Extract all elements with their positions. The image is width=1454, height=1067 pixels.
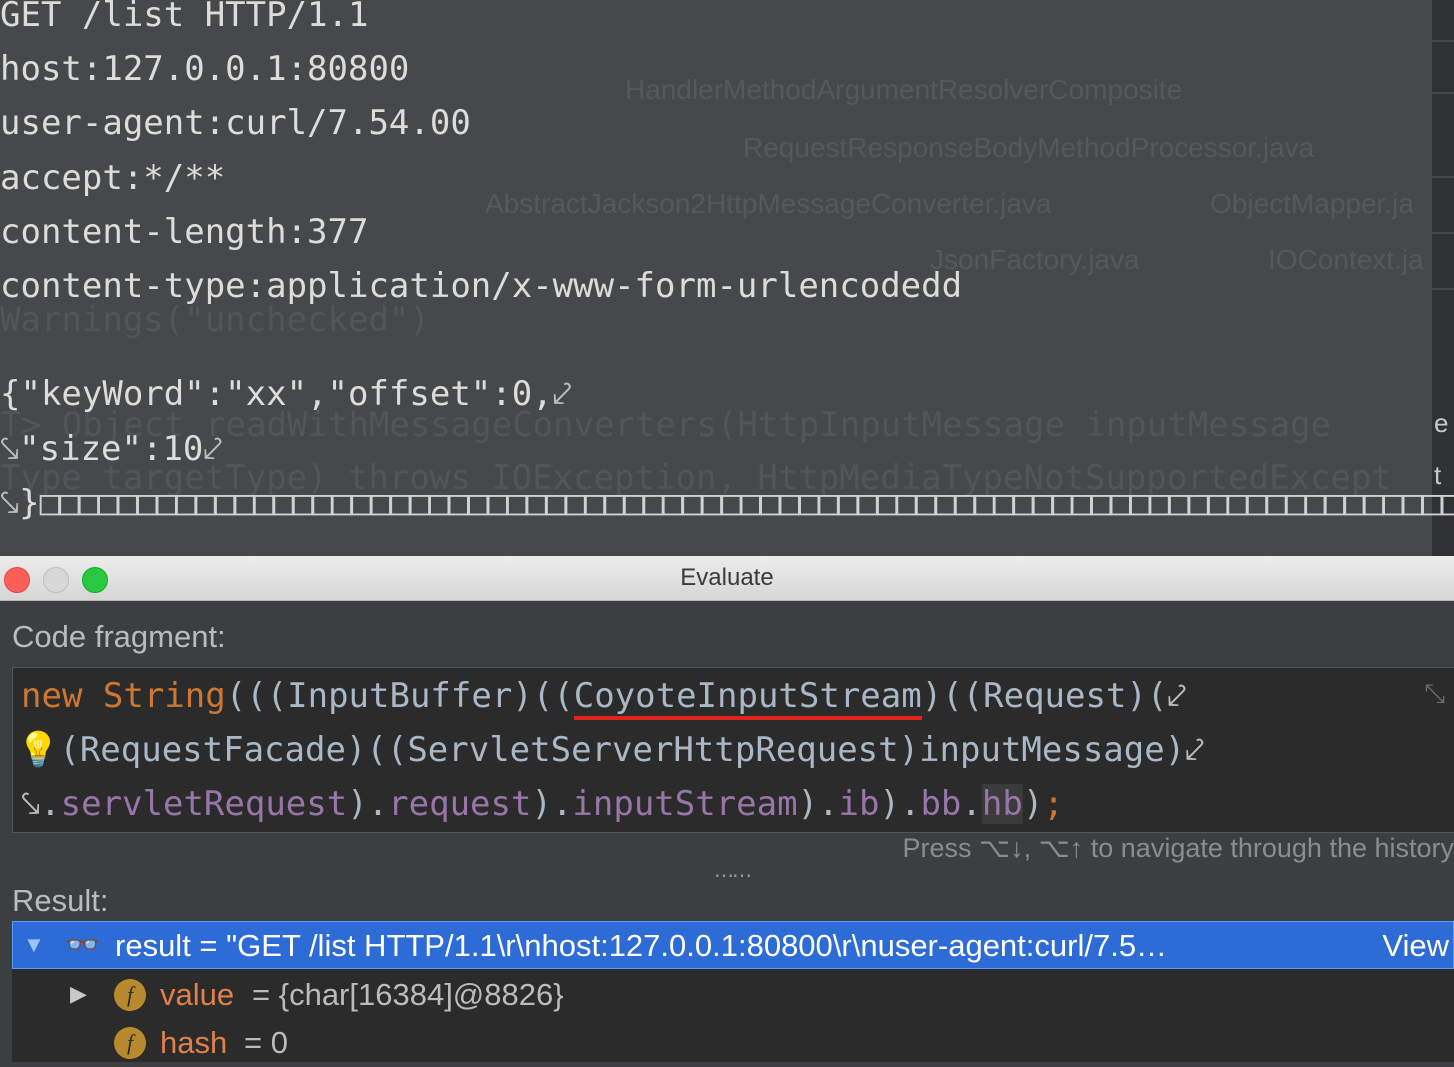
view-link[interactable]: View xyxy=(1382,928,1449,964)
soft-wrap-start-icon: ⤥ xyxy=(21,784,41,824)
soft-wrap-icon: ⤦ xyxy=(552,374,572,415)
field-name: value xyxy=(160,977,235,1012)
nul-characters: □□□□□□□□□□□□□□□□□□□□□□□□□□□□□□□□□□□□□□□□… xyxy=(39,482,1454,523)
soft-wrap-icon: ⤦ xyxy=(1185,730,1205,770)
code-line-1[interactable]: new String(((InputBuffer)((CoyoteInputSt… xyxy=(21,676,1187,720)
field-value: = 0 xyxy=(244,1025,288,1060)
soft-wrap-icon: ⤦ xyxy=(203,428,223,469)
request-tooltip: HandlerMethodArgumentResolverComposite R… xyxy=(0,0,1454,556)
expand-toggle-icon[interactable]: ▼ xyxy=(23,932,45,958)
result-tree-row-selected[interactable]: ▼ 👓 result = "GET /list HTTP/1.1\r\nhost… xyxy=(12,921,1454,969)
evaluate-dialog: Code fragment: new String(((InputBuffer)… xyxy=(0,601,1454,1062)
field-icon: f xyxy=(114,1027,146,1059)
http-request-text: GET /list HTTP/1.1 host:127.0.0.1:80800 … xyxy=(0,0,1454,530)
field-icon: f xyxy=(114,979,146,1011)
history-hint: Press ⌥↓, ⌥↑ to navigate through the his… xyxy=(902,833,1454,863)
result-tree[interactable]: ▼ 👓 result = "GET /list HTTP/1.1\r\nhost… xyxy=(12,921,1454,1062)
field-value: = {char[16384]@8826} xyxy=(252,977,564,1012)
watch-glasses-icon: 👓 xyxy=(65,929,100,960)
code-line-2[interactable]: 💡(RequestFacade)((ServletServerHttpReque… xyxy=(17,730,1204,770)
unresolved-symbol: CoyoteInputStream xyxy=(573,676,922,720)
tree-row-hash[interactable]: f hash = 0 xyxy=(12,1021,1454,1067)
result-label: Result: xyxy=(12,883,109,918)
collapse-icon[interactable]: ⤡ xyxy=(1424,678,1445,710)
tree-row-value[interactable]: ▶ f value = {char[16384]@8826} xyxy=(12,973,1454,1019)
splitter-handle[interactable]: ⋯⋯ xyxy=(714,863,752,888)
window-titlebar: Evaluate xyxy=(0,556,1454,601)
soft-wrap-icon: ⤦ xyxy=(1167,676,1187,716)
code-fragment-editor[interactable]: new String(((InputBuffer)((CoyoteInputSt… xyxy=(12,667,1454,833)
field-name: hash xyxy=(160,1025,228,1060)
code-fragment-label: Code fragment: xyxy=(12,619,226,654)
soft-wrap-start-icon: ⤥ xyxy=(0,428,20,469)
window-title: Evaluate xyxy=(680,564,774,591)
collapsed-toggle-icon[interactable]: ▶ xyxy=(70,981,87,1007)
code-line-3[interactable]: ⤥.servletRequest).request).inputStream).… xyxy=(21,784,1064,824)
lightbulb-icon[interactable]: 💡 xyxy=(17,730,59,770)
soft-wrap-start-icon: ⤥ xyxy=(0,482,20,523)
result-value-text: result = "GET /list HTTP/1.1\r\nhost:127… xyxy=(115,928,1168,963)
